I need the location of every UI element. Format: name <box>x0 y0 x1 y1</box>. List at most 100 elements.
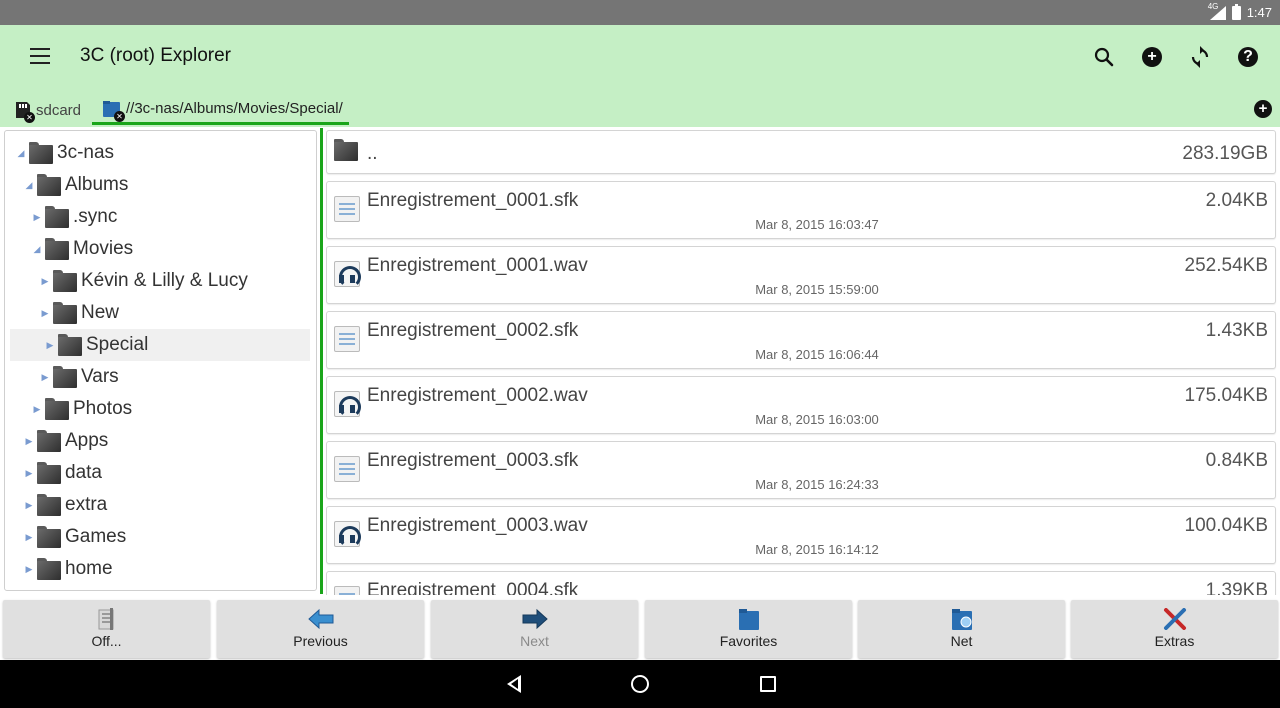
add-tab-icon[interactable]: + <box>1254 100 1272 118</box>
file-date: Mar 8, 2015 16:14:12 <box>755 542 879 557</box>
file-date: Mar 8, 2015 16:06:44 <box>755 347 879 362</box>
folder-icon <box>45 398 69 420</box>
tree-item[interactable]: ▶ home <box>5 553 310 585</box>
back-icon[interactable] <box>502 672 526 696</box>
arrow-right-icon <box>522 608 548 630</box>
tree-item[interactable]: ◢ Movies <box>5 233 310 265</box>
home-icon[interactable] <box>628 672 652 696</box>
close-tab-icon[interactable]: ✕ <box>114 110 125 122</box>
menu-icon[interactable] <box>30 48 50 64</box>
file-name: Enregistrement_0004.sfk <box>367 580 579 595</box>
folder-icon <box>37 174 61 196</box>
file-row[interactable]: Enregistrement_0003.wav 100.04KB Mar 8, … <box>326 506 1276 564</box>
tree-item-label: Games <box>65 526 127 547</box>
folder-icon <box>45 238 69 260</box>
file-row[interactable]: Enregistrement_0002.wav 175.04KB Mar 8, … <box>326 376 1276 434</box>
file-row[interactable]: Enregistrement_0002.sfk 1.43KB Mar 8, 20… <box>326 311 1276 369</box>
tab-current-path[interactable]: ✕ //3c-nas/Albums/Movies/Special/ <box>92 95 349 125</box>
battery-icon <box>1231 3 1241 20</box>
tab-bar: ✕ sdcard ✕ //3c-nas/Albums/Movies/Specia… <box>0 91 1280 127</box>
file-name: Enregistrement_0001.sfk <box>367 190 579 211</box>
tree-item[interactable]: ▶ Kévin & Lilly & Lucy <box>5 265 310 297</box>
network-type: 4G <box>1207 1 1219 11</box>
extras-button[interactable]: Extras <box>1071 600 1278 658</box>
button-label: Next <box>520 633 549 649</box>
operations-button[interactable]: Off... <box>3 600 210 658</box>
tree-item-selected[interactable]: ▶ Special <box>10 329 310 361</box>
tree-item[interactable]: ▶ Games <box>5 521 310 553</box>
status-icons: 4G 1:47 <box>1207 0 1272 25</box>
collapsed-arrow-icon[interactable]: ▶ <box>23 532 35 543</box>
collapsed-arrow-icon[interactable]: ▶ <box>44 340 56 351</box>
file-name: .. <box>367 143 378 164</box>
collapsed-arrow-icon[interactable]: ▶ <box>39 276 51 287</box>
pane-divider[interactable] <box>320 128 323 594</box>
add-icon[interactable]: + <box>1140 45 1164 69</box>
file-row[interactable]: Enregistrement_0003.sfk 0.84KB Mar 8, 20… <box>326 441 1276 499</box>
tree-item[interactable]: ▶ New <box>5 297 310 329</box>
file-row[interactable]: Enregistrement_0004.sfk 1.39KB <box>326 571 1276 595</box>
close-tab-icon[interactable]: ✕ <box>24 112 35 123</box>
button-label: Previous <box>293 633 348 649</box>
tree-item[interactable]: ▶ data <box>5 457 310 489</box>
folder-icon <box>37 430 61 452</box>
file-size: 0.84KB <box>1205 450 1268 471</box>
previous-button[interactable]: Previous <box>217 600 424 658</box>
collapsed-arrow-icon[interactable]: ▶ <box>31 212 43 223</box>
tree-item-label: Photos <box>73 398 133 419</box>
tree-item[interactable]: ▶ Photos <box>5 393 310 425</box>
folder-icon <box>29 142 53 164</box>
collapsed-arrow-icon[interactable]: ▶ <box>23 564 35 575</box>
operations-icon <box>94 608 120 630</box>
refresh-icon[interactable] <box>1188 45 1212 69</box>
file-row[interactable]: Enregistrement_0001.wav 252.54KB Mar 8, … <box>326 246 1276 304</box>
file-size: 175.04KB <box>1184 385 1268 406</box>
collapsed-arrow-icon[interactable]: ▶ <box>23 468 35 479</box>
collapsed-arrow-icon[interactable]: ▶ <box>31 404 43 415</box>
file-list[interactable]: .. 283.19GB Enregistrement_0001.sfk 2.04… <box>326 130 1277 595</box>
collapsed-arrow-icon[interactable]: ▶ <box>39 372 51 383</box>
folder-icon <box>37 558 61 580</box>
file-name: Enregistrement_0002.wav <box>367 385 588 406</box>
tree-item[interactable]: ▶ extra <box>5 489 310 521</box>
folder-icon <box>58 334 82 356</box>
recents-icon[interactable] <box>756 672 780 696</box>
file-size: 283.19GB <box>1182 143 1268 164</box>
app-bar: 3C (root) Explorer + ? <box>0 25 1280 91</box>
tree-item[interactable]: ◢ Albums <box>5 169 310 201</box>
expanded-arrow-icon[interactable]: ◢ <box>23 180 35 191</box>
folder-icon <box>53 366 77 388</box>
search-icon[interactable] <box>1092 45 1116 69</box>
favorites-button[interactable]: Favorites <box>645 600 852 658</box>
folder-icon <box>334 139 360 165</box>
expanded-arrow-icon[interactable]: ◢ <box>15 148 27 159</box>
file-size: 252.54KB <box>1184 255 1268 276</box>
folder-icon <box>37 526 61 548</box>
file-size: 100.04KB <box>1184 515 1268 536</box>
folder-tree[interactable]: ◢ 3c-nas ◢ Albums ▶ .sync ◢ Movies ▶ Kévin & … <box>4 130 317 591</box>
tree-item[interactable]: ▶ .sync <box>5 201 310 233</box>
tools-icon <box>1162 608 1188 630</box>
net-button[interactable]: Net <box>858 600 1065 658</box>
tree-item[interactable]: ▶ Apps <box>5 425 310 457</box>
app-title: 3C (root) Explorer <box>80 45 231 66</box>
file-row-parent[interactable]: .. 283.19GB <box>326 130 1276 174</box>
folder-icon <box>53 270 77 292</box>
favorites-folder-icon <box>736 608 762 630</box>
next-button[interactable]: Next <box>431 600 638 658</box>
collapsed-arrow-icon[interactable]: ▶ <box>23 436 35 447</box>
collapsed-arrow-icon[interactable]: ▶ <box>23 500 35 511</box>
file-row[interactable]: Enregistrement_0001.sfk 2.04KB Mar 8, 20… <box>326 181 1276 239</box>
tree-item[interactable]: ◢ 3c-nas <box>5 137 310 169</box>
help-icon[interactable]: ? <box>1236 45 1260 69</box>
sdcard-icon: ✕ <box>12 100 35 123</box>
folder-icon <box>37 494 61 516</box>
tab-sdcard[interactable]: ✕ sdcard <box>12 95 81 125</box>
tree-item[interactable]: ▶ Vars <box>5 361 310 393</box>
expanded-arrow-icon[interactable]: ◢ <box>31 244 43 255</box>
tab-label: sdcard <box>36 101 82 119</box>
button-label: Favorites <box>719 633 778 649</box>
tree-item-label: .sync <box>73 206 118 227</box>
tree-item-label: Special <box>86 334 149 355</box>
collapsed-arrow-icon[interactable]: ▶ <box>39 308 51 319</box>
